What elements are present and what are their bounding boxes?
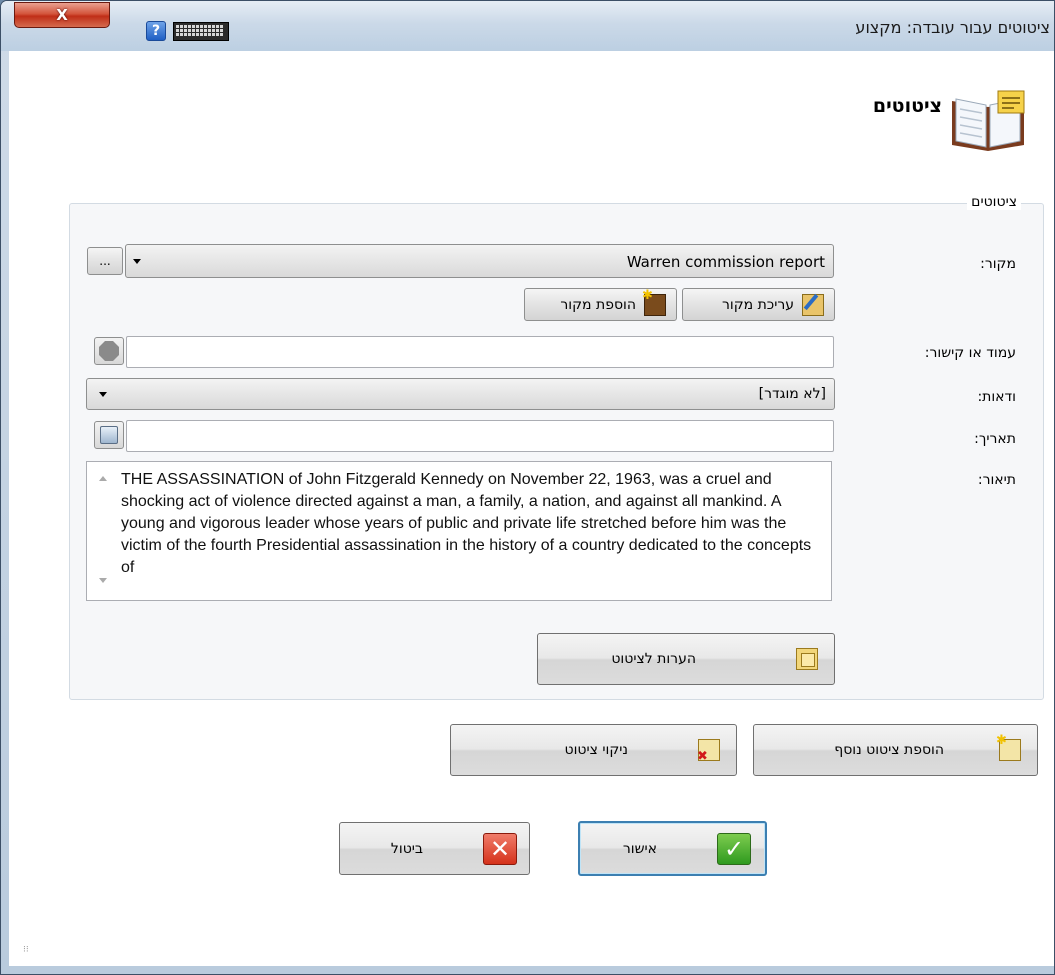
- stop-button[interactable]: [94, 337, 124, 365]
- stop-octagon-icon: [99, 341, 119, 361]
- edit-source-label: עריכת מקור: [721, 296, 794, 313]
- date-label: תאריך:: [974, 431, 1016, 447]
- edit-source-button[interactable]: עריכת מקור: [682, 288, 835, 321]
- notes-icon: [796, 648, 818, 670]
- edit-pencil-icon: [802, 293, 824, 316]
- groupbox-title: ציטוטים: [967, 194, 1021, 210]
- source-browse-button[interactable]: ...: [87, 247, 123, 275]
- add-source-label: הוספת מקור: [560, 296, 636, 313]
- citation-notes-label: הערות לציטוט: [611, 651, 696, 667]
- add-another-citation-label: הוספת ציטוט נוסף: [834, 742, 944, 758]
- add-source-button[interactable]: הוספת מקור: [524, 288, 677, 321]
- page-link-input[interactable]: [126, 336, 834, 368]
- chevron-down-icon: [99, 392, 107, 397]
- date-picker-button[interactable]: [94, 421, 124, 449]
- source-combobox[interactable]: Warren commission report: [125, 244, 834, 278]
- page-link-label: עמוד או קישור:: [924, 345, 1016, 361]
- help-button[interactable]: ?: [146, 21, 166, 41]
- page-title: ציטוטים: [872, 95, 942, 117]
- open-book-icon: [952, 90, 1025, 151]
- description-label: תיאור:: [977, 472, 1016, 488]
- dialog-client-area: ציטוטים ציטוטים מקור: ... Warren commiss…: [9, 51, 1054, 966]
- calendar-icon: [100, 426, 118, 444]
- close-button[interactable]: X: [14, 2, 110, 28]
- title-bar: X ? ציטוטים עבור עובדה: מקצוע: [1, 1, 1054, 51]
- dialog-window: X ? ציטוטים עבור עובדה: מקצוע ציטוטים צי…: [0, 0, 1055, 975]
- cancel-label: ביטול: [390, 840, 423, 857]
- description-textarea[interactable]: THE ASSASSINATION of John Fitzgerald Ken…: [86, 461, 832, 601]
- source-label: מקור:: [980, 256, 1016, 272]
- scroll-up-icon[interactable]: [99, 476, 107, 481]
- checkmark-icon: ✓: [717, 832, 751, 865]
- certainty-value: [לא מוגדר]: [758, 386, 826, 402]
- citation-notes-button[interactable]: הערות לציטוט: [537, 633, 835, 685]
- add-another-citation-button[interactable]: הוספת ציטוט נוסף: [753, 724, 1038, 776]
- source-value: Warren commission report: [626, 253, 825, 271]
- cancel-x-icon: ✕: [483, 832, 517, 865]
- add-source-icon: [642, 288, 666, 316]
- ok-label: אישור: [622, 840, 657, 857]
- keyboard-icon[interactable]: [173, 22, 229, 41]
- clear-citation-icon: [697, 739, 720, 764]
- help-icon: ?: [151, 23, 161, 39]
- ellipsis-icon: ...: [99, 254, 111, 268]
- clear-citation-button[interactable]: ניקוי ציטוט: [450, 724, 737, 776]
- scroll-down-icon[interactable]: [99, 578, 107, 583]
- close-icon: X: [56, 6, 68, 24]
- chevron-down-icon: [133, 259, 141, 264]
- certainty-label: ודאות:: [977, 389, 1016, 405]
- window-title: ציטוטים עבור עובדה: מקצוע: [855, 18, 1050, 37]
- resize-grip-icon[interactable]: ⁝⁝: [23, 945, 29, 955]
- ok-button[interactable]: ✓ אישור: [578, 821, 767, 876]
- cancel-button[interactable]: ✕ ביטול: [339, 822, 530, 875]
- description-text: THE ASSASSINATION of John Fitzgerald Ken…: [121, 471, 812, 576]
- date-input[interactable]: [126, 420, 834, 452]
- clear-citation-label: ניקוי ציטוט: [564, 742, 628, 758]
- certainty-combobox[interactable]: [לא מוגדר]: [86, 378, 835, 410]
- add-citation-icon: [996, 733, 1021, 761]
